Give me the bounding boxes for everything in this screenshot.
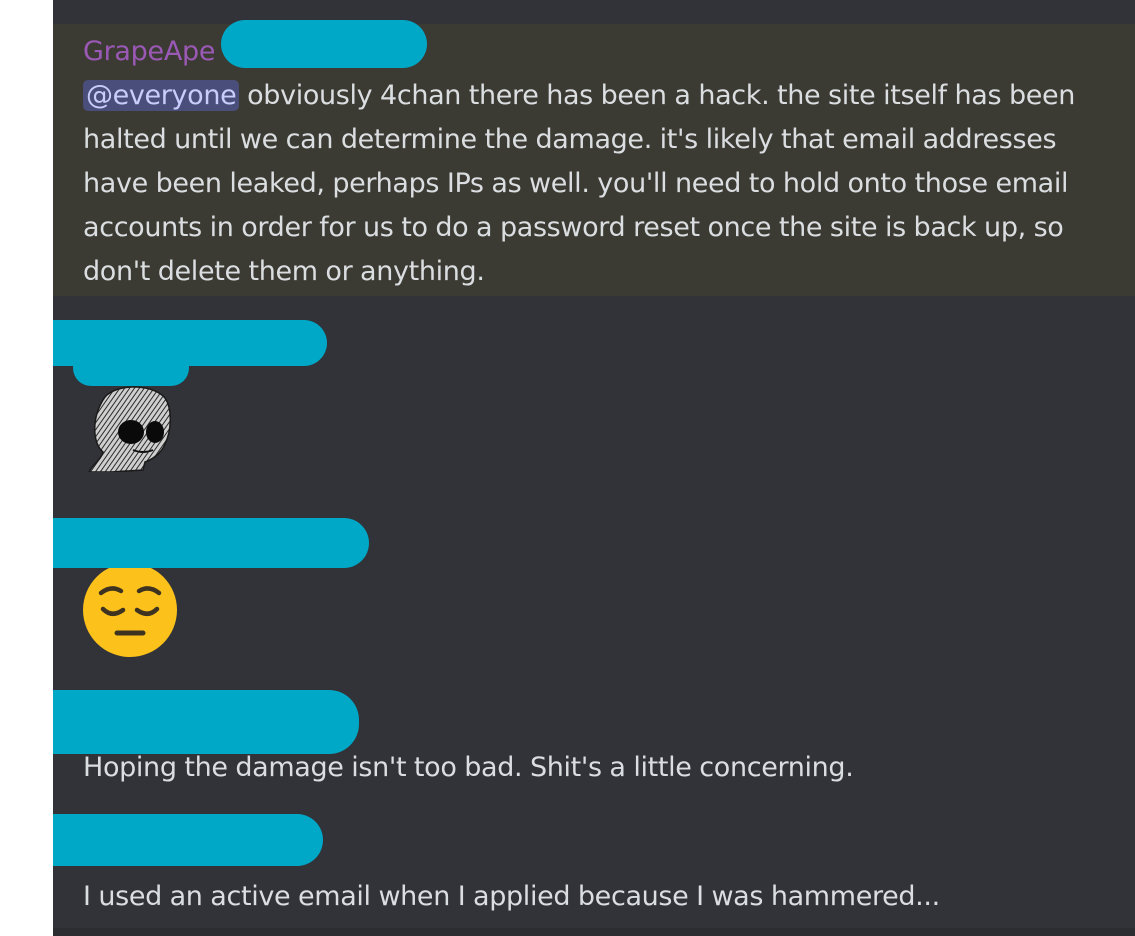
message-text-line: don't delete them or anything. — [83, 256, 485, 287]
pensive-face-icon[interactable] — [81, 561, 179, 659]
message-text-line: halted until we can determine the damage… — [83, 124, 1057, 155]
message-text-line: have been leaked, perhaps IPs as well. y… — [83, 168, 1069, 199]
message-grapeape: GrapeApe @everyone obviously 4chan there… — [53, 24, 1135, 296]
redaction-mark — [53, 518, 369, 568]
chat-panel: GrapeApe @everyone obviously 4chan there… — [53, 0, 1135, 936]
redaction-mark — [53, 690, 359, 754]
wojak-sticker-icon[interactable] — [81, 380, 173, 472]
redaction-mark — [221, 20, 427, 68]
chat-bottom-edge — [53, 928, 1135, 936]
message-body: @everyone obviously 4chan there has been… — [83, 74, 1123, 294]
redaction-mark — [53, 814, 323, 866]
mention-everyone[interactable]: @everyone — [83, 80, 240, 111]
message-text-line: obviously 4chan there has been a hack. t… — [239, 80, 1076, 111]
message-text-line: accounts in order for us to do a passwor… — [83, 212, 1064, 243]
message-text: I used an active email when I applied be… — [83, 881, 940, 912]
redaction-mark — [73, 350, 189, 386]
message-author[interactable]: GrapeApe — [83, 34, 215, 70]
